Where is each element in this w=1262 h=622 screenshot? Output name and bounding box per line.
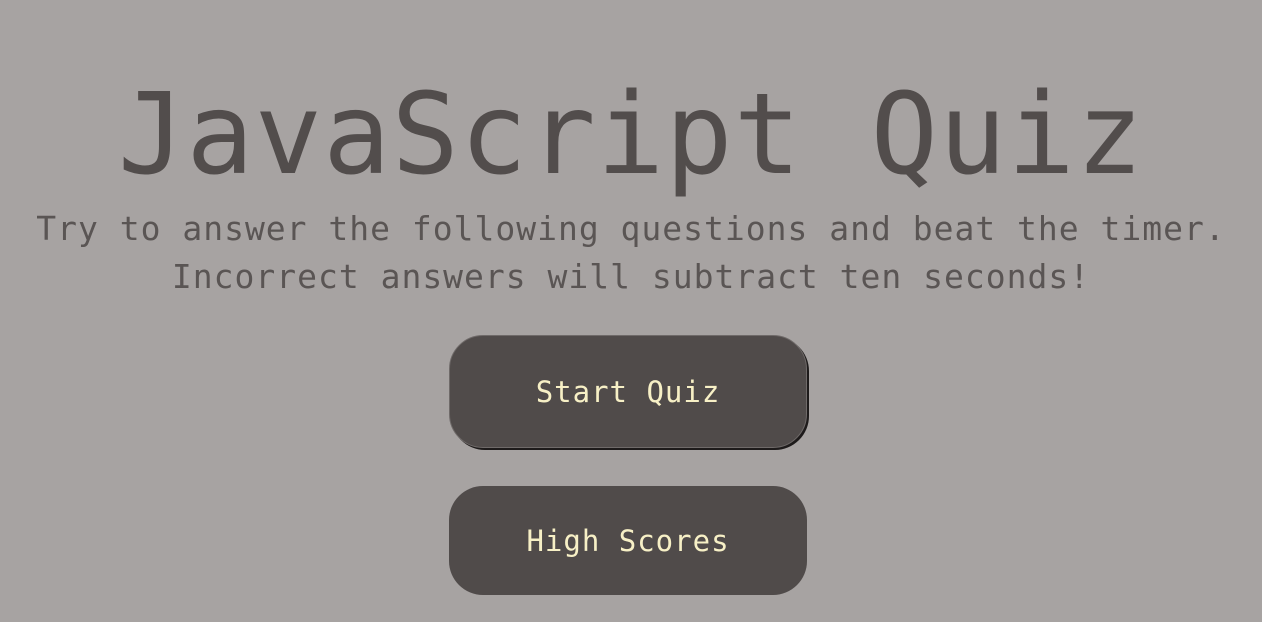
start-quiz-button[interactable]: Start Quiz xyxy=(449,335,807,448)
instructions: Try to answer the following questions an… xyxy=(0,205,1262,301)
instructions-line-1: Try to answer the following questions an… xyxy=(36,209,1226,248)
quiz-start-page: JavaScript Quiz Try to answer the follow… xyxy=(0,0,1262,622)
page-title: JavaScript Quiz xyxy=(117,70,1145,200)
instructions-line-2: Incorrect answers will subtract ten seco… xyxy=(171,257,1091,296)
high-scores-button[interactable]: High Scores xyxy=(449,486,807,595)
